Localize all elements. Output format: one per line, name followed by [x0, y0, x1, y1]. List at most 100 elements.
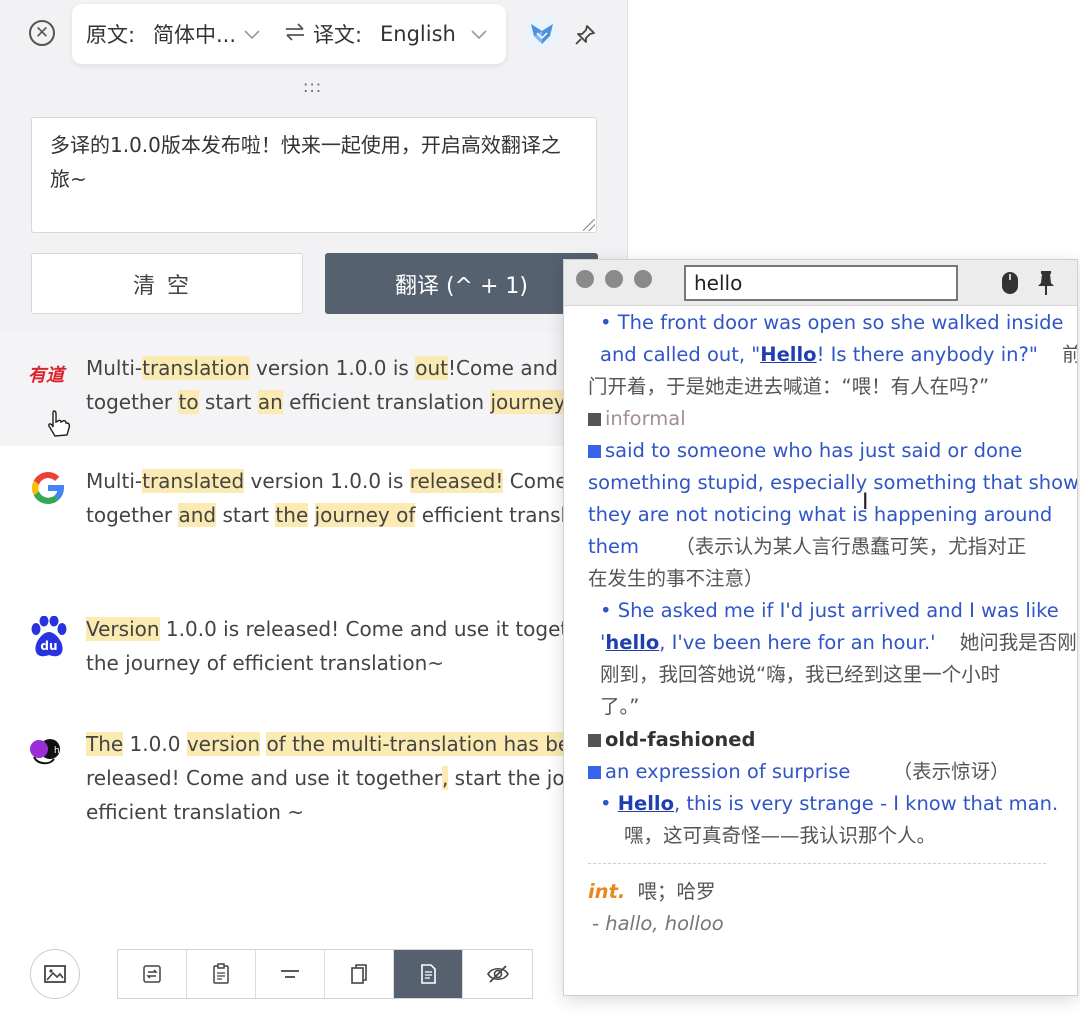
example-sentence: • She asked me if I'd just arrived and I…: [600, 599, 1059, 622]
drag-handle-icon[interactable]: :::: [303, 79, 322, 95]
dictionary-titlebar[interactable]: [564, 260, 1077, 306]
example-translation: 了。”: [600, 695, 640, 718]
target-lang-select[interactable]: English: [380, 22, 456, 46]
result-baidu[interactable]: du Version 1.0.0 is released! Come and u…: [0, 596, 628, 713]
highlighted-word: and: [178, 503, 217, 527]
pin-icon[interactable]: [570, 20, 600, 50]
window-close-dot[interactable]: [576, 270, 594, 288]
image-icon: [44, 965, 66, 983]
copy-icon[interactable]: [325, 950, 394, 998]
keyword-link[interactable]: Hello: [618, 792, 674, 815]
result-segment: Multi-: [86, 469, 143, 493]
svg-text:du: du: [40, 639, 57, 653]
result-text: Version 1.0.0 is released! Come and use …: [86, 612, 628, 680]
youdao-logo-icon: 有道: [28, 359, 70, 393]
definition: something stupid, especially something t…: [588, 471, 1077, 494]
result-text: Multi-translated version 1.0.0 is releas…: [86, 464, 628, 532]
highlighted-word: of the multi-translation has been: [266, 732, 596, 756]
close-icon[interactable]: ✕: [29, 20, 55, 46]
definition: they are not noticing what is happening …: [588, 503, 1053, 526]
example-sentence: • The front door was open so she walked …: [600, 311, 1064, 334]
highlighted-word: journey of: [314, 503, 416, 527]
highlighted-word: an: [257, 390, 283, 414]
keyword-link[interactable]: hello: [605, 631, 659, 654]
dictionary-search-input[interactable]: [684, 265, 958, 301]
text-cursor-icon: I: [862, 490, 869, 515]
part-of-speech: int. 喂；哈罗: [588, 880, 716, 903]
highlighted-word: out: [415, 356, 448, 380]
highlighted-word: translation: [142, 356, 250, 380]
hand-cursor-icon: [46, 409, 72, 443]
definition: an expression of surprise （表示惊讶）: [588, 756, 1010, 788]
result-segment: 1.0.0 is released! Come and use it toget…: [86, 617, 628, 675]
example-translation: 刚到，我回答她说“嗨，我已经到这里一个小时: [600, 663, 1001, 686]
source-text-input[interactable]: 多译的1.0.0版本发布啦！快来一起使用，开启高效翻译之旅~: [31, 117, 597, 233]
google-logo-icon: [28, 468, 68, 512]
keyword-link[interactable]: Hello: [760, 343, 816, 366]
dictionary-window: • The front door was open so she walked …: [563, 259, 1078, 996]
highlighted-word: The: [86, 732, 124, 756]
refresh-icon[interactable]: [118, 950, 187, 998]
result-youdao[interactable]: 有道 Multi-translation version 1.0.0 is ou…: [0, 333, 628, 446]
caiyun-logo-icon: hi: [28, 735, 72, 773]
app-logo-icon[interactable]: [524, 16, 560, 52]
definition: said to someone who has just said or don…: [588, 435, 1022, 467]
definition-translation: 在发生的事不注意）: [588, 567, 764, 590]
highlighted-word: translated: [142, 469, 245, 493]
resize-grip-icon[interactable]: [583, 219, 595, 231]
screenshot-translate-button[interactable]: [30, 949, 80, 999]
svg-text:有道: 有道: [28, 365, 67, 386]
chevron-down-icon[interactable]: [471, 25, 487, 44]
highlighted-word: the: [275, 503, 309, 527]
hide-eye-icon[interactable]: [463, 950, 532, 998]
clear-button[interactable]: 清空: [31, 253, 303, 314]
result-segment: version 1.0.0 is: [244, 469, 410, 493]
target-lang-label: 译文:: [313, 23, 363, 47]
example-translation: 门开着，于是她走进去喊道：“喂！有人在吗?”: [588, 375, 990, 398]
chevron-down-icon[interactable]: [244, 25, 260, 44]
example-sentence: and called out, "Hello! Is there anybody…: [600, 343, 1077, 366]
result-google[interactable]: Multi-translated version 1.0.0 is releas…: [0, 446, 628, 596]
result-text: The 1.0.0 version of the multi-translati…: [86, 727, 628, 829]
result-text: Multi-translation version 1.0.0 is out!C…: [86, 351, 628, 419]
usage-tag: informal: [588, 403, 686, 435]
highlighted-word: to: [178, 390, 199, 414]
word-variants: - hallo, holloo: [592, 912, 724, 935]
highlighted-word: released!: [409, 469, 504, 493]
highlighted-word: version: [186, 732, 261, 756]
merge-lines-icon[interactable]: [256, 950, 325, 998]
result-segment: released! Come and use it together: [86, 766, 442, 790]
language-selector-bar: 原文: 简体中... 译文: English: [72, 4, 506, 64]
example-translation: 嘿，这可真奇怪——我认识那个人。: [624, 824, 937, 847]
definition: them （表示认为某人言行愚蠢可笑，尤指对正: [588, 535, 1027, 558]
result-segment: start: [198, 390, 258, 414]
result-caiyun[interactable]: hi The 1.0.0 version of the multi-transl…: [0, 713, 628, 873]
clipboard-icon[interactable]: [187, 950, 256, 998]
main-translator-window: ✕ 原文: 简体中... 译文: English ::: 多译的1.0.0版本发…: [0, 0, 628, 1030]
translate-button[interactable]: 翻译 (^ + 1): [325, 253, 598, 314]
window-zoom-dot[interactable]: [634, 270, 652, 288]
mouse-icon[interactable]: [1001, 271, 1019, 299]
dictionary-content: • The front door was open so she walked …: [564, 307, 1077, 995]
pin-icon[interactable]: [1036, 270, 1056, 300]
swap-languages-icon[interactable]: [284, 22, 306, 46]
svg-text:hi: hi: [54, 746, 62, 756]
translation-results: 有道 Multi-translation version 1.0.0 is ou…: [0, 333, 628, 1030]
divider: [588, 863, 1046, 864]
source-lang-label: 原文:: [86, 23, 136, 47]
result-segment: efficient translation: [282, 390, 491, 414]
usage-tag: old-fashioned: [588, 724, 755, 756]
result-segment: Multi-: [86, 356, 143, 380]
result-segment: 1.0.0: [123, 732, 187, 756]
highlighted-word: Version: [86, 617, 160, 641]
result-segment: start: [216, 503, 276, 527]
result-segment: version 1.0.0 is: [249, 356, 416, 380]
baidu-logo-icon: du: [28, 615, 70, 664]
window-minimize-dot[interactable]: [605, 270, 623, 288]
auto-copy-icon[interactable]: [394, 950, 463, 998]
example-sentence: • Hello, this is very strange - I know t…: [600, 792, 1059, 815]
source-lang-select[interactable]: 简体中...: [153, 19, 236, 49]
bottom-toolbar: [117, 949, 533, 999]
result-segment: [308, 503, 314, 527]
highlighted-word: journey: [490, 390, 566, 414]
